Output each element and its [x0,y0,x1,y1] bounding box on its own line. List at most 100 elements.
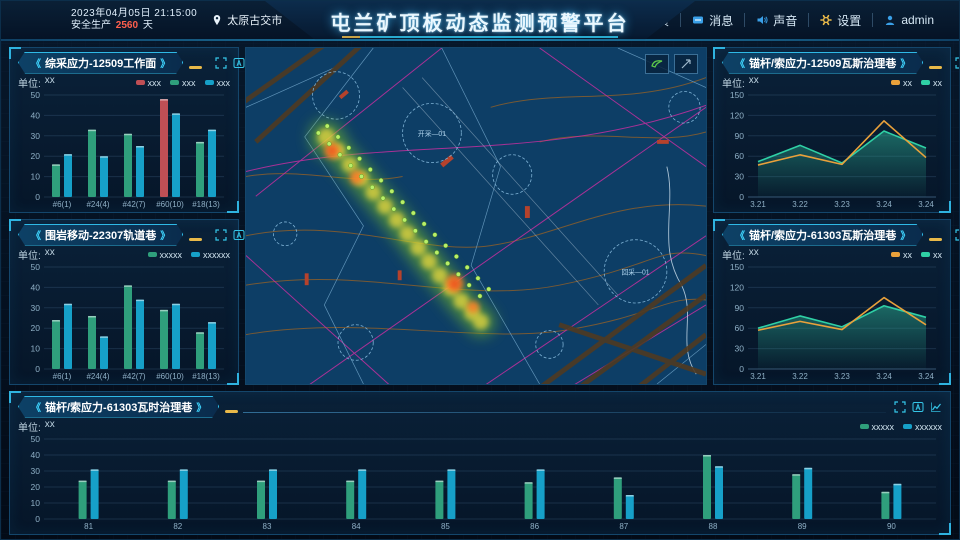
legend-item[interactable]: xxxxxx [191,250,230,260]
legend-item[interactable]: xxx [136,78,162,88]
top-header: 2023年04月05日 21:15:00 安全生产 2560 天 太原古交市 [1,1,959,41]
fullscreen-icon[interactable] [894,401,906,413]
svg-text:40: 40 [31,282,41,292]
panel-subheader: 单位:xxxxxxxxxxxxx [18,419,942,434]
title-accent-dash [929,238,942,241]
bar-chart: 01020304050#6(1)#24(4)#42(7)#60(10)#18(1… [18,262,230,382]
panel-subheader: 单位:xxxxxxxxxxx [18,75,230,90]
panel-rock-movement-22307: 《围岩移动-22307轨道巷》单位:xxxxxxxxxxxxx010203040… [9,219,239,385]
panel-title: 围岩移动-22307轨道巷 [45,227,156,243]
angle-right-icon: 》 [196,399,206,414]
legend-item[interactable]: xx [891,250,912,260]
location-label: 太原古交市 [227,12,282,28]
unit-label: 单位: [18,75,41,90]
angle-right-icon: 》 [160,55,170,70]
legend-item[interactable]: xxx [205,78,231,88]
nav-label: admin [901,13,934,27]
svg-text:#24(4): #24(4) [86,372,109,381]
legend-label: xxx [148,78,162,88]
svg-text:#42(7): #42(7) [122,372,145,381]
svg-text:3.24: 3.24 [918,372,934,381]
legend-item[interactable]: xx [921,78,942,88]
nav-item-settings[interactable]: 设置 [809,12,872,29]
svg-text:85: 85 [441,522,450,531]
svg-text:90: 90 [735,303,745,313]
svg-text:40: 40 [31,110,41,120]
svg-text:3.23: 3.23 [834,200,850,209]
message-icon [692,14,704,26]
legend-item[interactable]: xxx [170,78,196,88]
angle-left-icon: 《 [735,55,745,70]
svg-text:30: 30 [735,172,745,182]
a-icon[interactable] [233,57,245,69]
svg-text:30: 30 [31,131,41,141]
fullscreen-icon[interactable] [955,57,960,69]
legend-item[interactable]: xxxxx [860,422,895,432]
svg-text:84: 84 [352,522,361,531]
nav-item-message[interactable]: 消息 [681,12,744,29]
svg-text:30: 30 [31,466,41,476]
angle-left-icon: 《 [31,55,41,70]
layers-button[interactable] [645,54,669,74]
chart-legend: xx xx [882,250,942,260]
chart-legend: xxxxxxxxxxx [139,250,231,260]
unit-label: 单位: [722,247,745,262]
panel-title-pill[interactable]: 《锚杆/索应力-61303瓦时治理巷》 [18,396,219,418]
panel-title-pill[interactable]: 《综采应力-12509工作面》 [18,52,183,74]
svg-text:150: 150 [730,262,744,272]
pin-icon [211,14,223,26]
a-icon[interactable] [912,401,924,413]
panel-anchor-stress-12509: 《锚杆/索应力-12509瓦斯治理巷》单位:xxxxxx030609012015… [713,47,951,213]
legend-swatch [191,252,200,257]
main-layout: 《综采应力-12509工作面》单位:xxxxxxxxxxx01020304050… [1,41,959,540]
chart-legend: xxxxxxxxx [127,78,231,88]
locate-button[interactable] [674,54,698,74]
svg-text:0: 0 [35,364,40,374]
panel-title: 锚杆/索应力-12509瓦斯治理巷 [749,55,896,71]
panel-toolbar [894,401,942,413]
layers-icon [650,58,664,70]
svg-text:50: 50 [31,434,41,444]
panel-title-pill[interactable]: 《围岩移动-22307轨道巷》 [18,224,183,246]
nav-label: 声音 [773,12,797,29]
legend-item[interactable]: xx [891,78,912,88]
legend-label: xx [903,78,912,88]
nav-item-sound[interactable]: 声音 [745,12,808,29]
date-safety-block: 2023年04月05日 21:15:00 安全生产 2560 天 [71,8,197,33]
panel-title: 综采应力-12509工作面 [45,55,156,71]
fullscreen-icon[interactable] [215,229,227,241]
mine-map-panel[interactable]: 开采—01 回采—01 [245,47,707,385]
legend-item[interactable]: xxxxx [148,250,183,260]
nav-item-user[interactable]: admin [873,13,945,27]
panel-title-pill[interactable]: 《锚杆/索应力-12509瓦斯治理巷》 [722,52,923,74]
legend-label: xx [933,250,942,260]
mine-map: 开采—01 回采—01 [246,48,706,384]
fullscreen-icon[interactable] [955,229,960,241]
legend-label: xxxxxx [203,250,230,260]
svg-text:30: 30 [31,303,41,313]
panel-anchor-stress-61303-hourly: 《锚杆/索应力-61303瓦时治理巷》单位:xxxxxxxxxxxxx01020… [9,391,951,535]
panel-header: 《锚杆/索应力-61303瓦时治理巷》 [18,396,942,417]
chart-plot: 03060901201503.213.223.233.243.24 [722,90,942,210]
bar-chart: 01020304050#6(1)#24(4)#42(7)#60(10)#18(1… [18,90,230,210]
a-icon[interactable] [233,229,245,241]
svg-text:0: 0 [35,192,40,202]
angle-left-icon: 《 [31,399,41,414]
unit-value: xx [45,75,55,90]
svg-text:60: 60 [735,151,745,161]
fullscreen-icon[interactable] [215,57,227,69]
trend-icon[interactable] [930,401,942,413]
user-icon [884,14,896,26]
nav-label: 设置 [837,12,861,29]
svg-text:120: 120 [730,110,744,120]
gear-icon [820,14,832,26]
legend-item[interactable]: xxxxxx [903,422,942,432]
legend-label: xxxxx [160,250,183,260]
panel-toolbar [955,229,960,241]
panel-title-pill[interactable]: 《锚杆/索应力-61303瓦斯治理巷》 [722,224,923,246]
svg-text:#42(7): #42(7) [122,200,145,209]
zone-label: 开采—01 [418,129,446,138]
panel-title: 锚杆/索应力-61303瓦斯治理巷 [749,227,896,243]
legend-item[interactable]: xx [921,250,942,260]
safety-days: 安全生产 2560 天 [71,20,197,33]
